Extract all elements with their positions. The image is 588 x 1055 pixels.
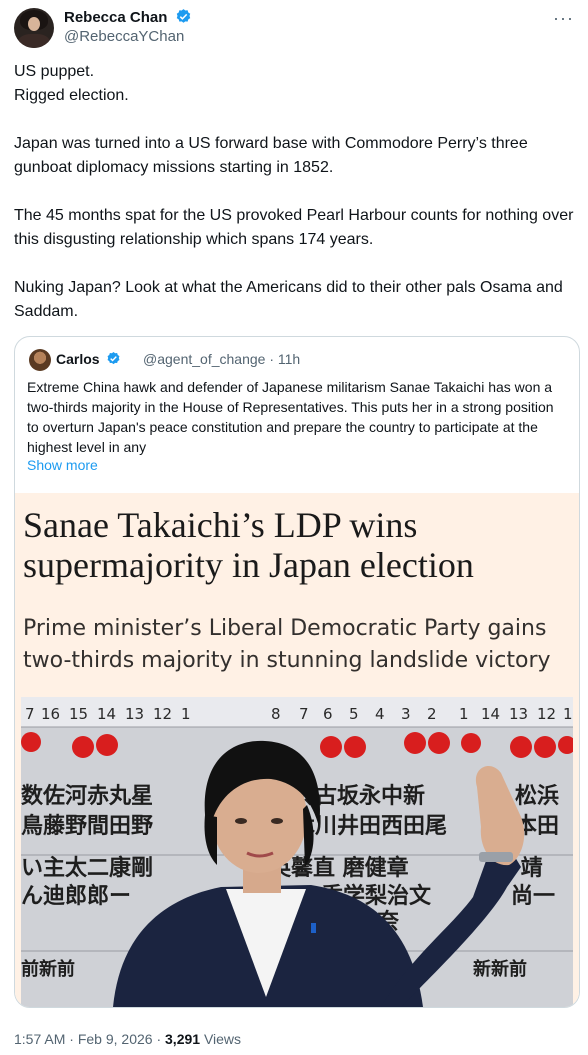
board-number-right: 1 [563, 705, 573, 723]
board-names: 鳥藤野間田野 [21, 813, 153, 839]
board-number-left: 1 [181, 705, 191, 723]
separator-dot: · [156, 1031, 166, 1047]
article-card[interactable]: Sanae Takaichi’s LDP wins supermajority … [15, 493, 579, 1007]
board-names: ん迪郎郎ー [21, 883, 131, 909]
article-headline: Sanae Takaichi’s LDP wins supermajority … [23, 505, 474, 585]
tweet-time[interactable]: 1:57 AM [14, 1031, 65, 1047]
quote-author-name-row: Carlos [56, 351, 121, 367]
author-name-row[interactable]: Rebecca Chan [64, 8, 192, 26]
board-number-right: 13 [509, 705, 528, 723]
tweet-paragraph: The 45 months spat for the US provoked P… [14, 207, 574, 248]
tweet-paragraph: Nuking Japan? Look at what the Americans… [14, 279, 563, 320]
board-names: 木川井田西田尾 [292, 814, 447, 839]
quote-meta: @agent_of_change · 11h [143, 351, 300, 367]
board-number-left: 12 [153, 705, 172, 723]
board-names: 前新前 [21, 958, 75, 980]
separator-dot: · [69, 1031, 78, 1047]
verified-icon [176, 9, 190, 23]
quote-text: Extreme China hawk and defender of Japan… [27, 379, 554, 455]
board-number-right: 3 [401, 705, 411, 723]
quote-age: · 11h [269, 351, 301, 367]
board-names: 新新前 [473, 958, 527, 980]
board-number-left: 16 [41, 705, 60, 723]
board-number-right: 6 [323, 705, 333, 723]
tweet-paragraph: US puppet. Rigged election. [14, 63, 129, 104]
tweet-date[interactable]: Feb 9, 2026 [78, 1031, 153, 1047]
show-more-link[interactable]: Show more [27, 457, 98, 473]
board-number-left: 7 [25, 705, 35, 723]
views-label: Views [203, 1031, 242, 1047]
tweet-header: Rebecca Chan @RebeccaYChan ··· [14, 6, 574, 50]
author-name[interactable]: Rebecca Chan [64, 9, 167, 26]
article-subheadline: Prime minister’s Liberal Democratic Part… [23, 616, 551, 673]
quote-author-name: Carlos [56, 351, 100, 367]
author-handle[interactable]: @RebeccaYChan [64, 28, 184, 45]
board-number-left: 13 [125, 705, 144, 723]
views-count: 3,291 [165, 1031, 201, 1047]
more-options-icon[interactable]: ··· [553, 8, 574, 29]
tweet-paragraph: Japan was turned into a US forward base … [14, 135, 528, 176]
quote-author-handle: @agent_of_change [143, 351, 266, 367]
board-number-right: 7 [299, 705, 309, 723]
quoted-tweet[interactable]: Carlos @agent_of_change · 11h Extreme Ch… [14, 336, 580, 1008]
avatar-body [18, 34, 50, 48]
avatar-face [28, 17, 40, 31]
tweet-footer: 1:57 AM · Feb 9, 2026 · 3,291 Views [14, 1031, 241, 1047]
board-names: 数佐河赤丸星 [21, 783, 153, 809]
board-number-right: 2 [427, 705, 437, 723]
board-names: 松浜 [515, 784, 559, 809]
board-names: 尚一 [511, 884, 555, 909]
board-number-right: 14 [481, 705, 500, 723]
board-number-right: 5 [349, 705, 359, 723]
quote-author-avatar [29, 349, 51, 371]
board-names: い主太二康剛 [21, 855, 153, 881]
board-number-right: 8 [271, 705, 281, 723]
board-number-left: 15 [69, 705, 88, 723]
board-number-right: 4 [375, 705, 385, 723]
election-board-illustration: 7 16 15 14 13 12 1 8 7 6 5 4 3 2 1 14 13 [21, 697, 573, 1007]
verified-icon [108, 351, 120, 365]
board-number-right: 1 [459, 705, 469, 723]
board-number-left: 14 [97, 705, 116, 723]
author-avatar[interactable] [14, 8, 54, 48]
board-number-right: 12 [537, 705, 556, 723]
article-photo: 7 16 15 14 13 12 1 8 7 6 5 4 3 2 1 14 13 [21, 697, 573, 1007]
tweet-text: US puppet. Rigged election. Japan was tu… [14, 60, 574, 324]
